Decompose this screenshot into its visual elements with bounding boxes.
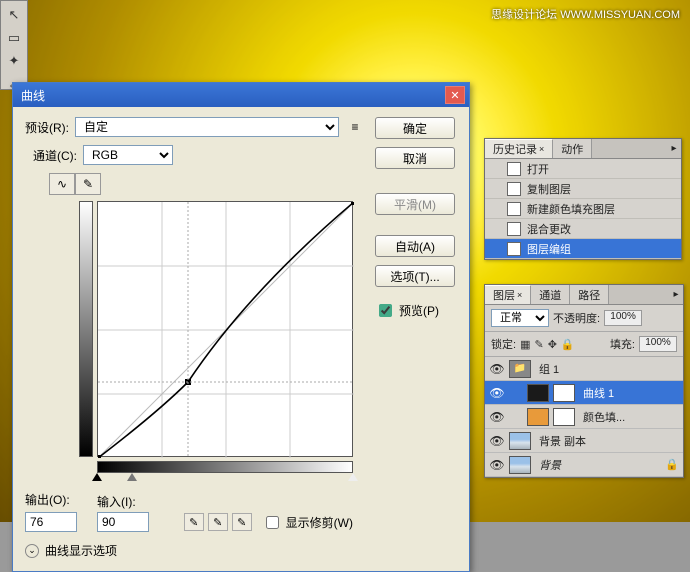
history-item-label: 新建颜色填充图层 <box>527 201 615 217</box>
panel-menu-icon[interactable]: ▸ <box>669 285 683 304</box>
input-slider[interactable] <box>97 473 353 481</box>
layer-thumb[interactable]: 📁 <box>509 360 531 378</box>
tab-layers[interactable]: 图层× <box>485 285 531 304</box>
visibility-toggle[interactable]: 👁 <box>489 434 505 448</box>
auto-button[interactable]: 自动(A) <box>375 235 455 257</box>
lock-icon: 🔒 <box>665 458 679 471</box>
preset-menu-icon[interactable]: ≡ <box>345 118 365 136</box>
history-item-label: 复制图层 <box>527 181 571 197</box>
curves-dialog: 曲线 ✕ 预设(R): 自定 ≡ 通道(C): RGB <box>12 82 470 572</box>
tools-palette: ↖ ▭ ✦ ⇔ <box>0 0 28 90</box>
dialog-titlebar[interactable]: 曲线 ✕ <box>13 83 469 107</box>
show-clipping-checkbox[interactable]: 显示修剪(W) <box>262 513 353 532</box>
layer-row[interactable]: 👁 曲线 1 <box>485 381 683 405</box>
input-label: 输入(I): <box>97 493 136 510</box>
tab-channels[interactable]: 通道 <box>531 285 570 304</box>
marquee-tool[interactable]: ▭ <box>2 27 26 49</box>
layer-name[interactable]: 曲线 1 <box>583 385 614 401</box>
options-button[interactable]: 选项(T)... <box>375 265 455 287</box>
curve-point-tool[interactable]: ∿ <box>49 173 75 195</box>
input-input[interactable] <box>97 512 149 532</box>
layer-mask-thumb[interactable] <box>553 408 575 426</box>
tab-actions[interactable]: 动作 <box>553 139 592 158</box>
tab-history[interactable]: 历史记录× <box>485 139 553 158</box>
watermark-text: 思缘设计论坛 WWW.MISSYUAN.COM <box>491 6 680 22</box>
layer-name[interactable]: 组 1 <box>539 361 559 377</box>
input-gradient <box>97 461 353 473</box>
history-panel: 历史记录× 动作 ▸ 打开复制图层新建颜色填充图层混合更改图层编组 <box>484 138 682 260</box>
layer-thumb[interactable] <box>509 432 531 450</box>
lock-transparency-icon[interactable]: ▦ <box>520 338 530 351</box>
layer-name[interactable]: 背景 副本 <box>539 433 586 449</box>
output-gradient <box>79 201 93 457</box>
panel-menu-icon[interactable]: ▸ <box>667 139 681 158</box>
history-item-label: 图层编组 <box>527 241 571 257</box>
dialog-title: 曲线 <box>21 87 45 104</box>
layer-thumb[interactable] <box>527 384 549 402</box>
channel-label: 通道(C): <box>33 147 77 164</box>
lock-pixels-icon[interactable]: ✎ <box>534 338 543 351</box>
move-tool[interactable]: ↖ <box>2 4 26 26</box>
lock-all-icon[interactable]: 🔒 <box>561 338 575 351</box>
layer-name[interactable]: 颜色填... <box>583 409 625 425</box>
curves-graph[interactable] <box>97 201 353 457</box>
layer-thumb[interactable] <box>527 408 549 426</box>
preset-label: 预设(R): <box>25 119 69 136</box>
expand-options-icon[interactable]: ⌄ <box>25 544 39 558</box>
white-point-dropper[interactable]: ✎ <box>232 513 252 531</box>
layer-mask-thumb[interactable] <box>553 384 575 402</box>
output-input[interactable] <box>25 512 77 532</box>
visibility-toggle[interactable]: 👁 <box>489 362 505 376</box>
history-item-label: 打开 <box>527 161 549 177</box>
cancel-button[interactable]: 取消 <box>375 147 455 169</box>
wand-tool[interactable]: ✦ <box>2 50 26 72</box>
history-step-icon <box>507 162 521 176</box>
layer-row[interactable]: 👁 背景 副本 <box>485 429 683 453</box>
history-step-icon <box>507 242 521 256</box>
layers-panel: 图层× 通道 路径 ▸ 正常 不透明度: 100% 锁定: ▦ ✎ ✥ 🔒 填充… <box>484 284 684 478</box>
layer-row[interactable]: 👁 背景 🔒 <box>485 453 683 477</box>
history-item[interactable]: 混合更改 <box>485 219 681 239</box>
layer-name[interactable]: 背景 <box>539 457 561 473</box>
visibility-toggle[interactable]: 👁 <box>489 410 505 424</box>
curve-display-options-label: 曲线显示选项 <box>45 542 117 559</box>
layer-list: 👁 📁 组 1 👁 曲线 1 👁 颜色填... 👁 背景 副本 👁 背景 🔒 <box>485 357 683 477</box>
output-label: 输出(O): <box>25 491 77 508</box>
fill-input[interactable]: 100% <box>639 336 677 352</box>
close-icon[interactable]: ✕ <box>445 86 465 104</box>
lock-position-icon[interactable]: ✥ <box>548 338 557 351</box>
ok-button[interactable]: 确定 <box>375 117 455 139</box>
preview-checkbox[interactable]: 预览(P) <box>375 301 455 320</box>
smooth-button: 平滑(M) <box>375 193 455 215</box>
layer-thumb[interactable] <box>509 456 531 474</box>
history-step-icon <box>507 182 521 196</box>
tab-paths[interactable]: 路径 <box>570 285 609 304</box>
history-item-label: 混合更改 <box>527 221 571 237</box>
black-point-dropper[interactable]: ✎ <box>184 513 204 531</box>
blend-mode-select[interactable]: 正常 <box>491 309 549 327</box>
history-item[interactable]: 打开 <box>485 159 681 179</box>
history-step-icon <box>507 202 521 216</box>
preset-select[interactable]: 自定 <box>75 117 339 137</box>
lock-label: 锁定: <box>491 336 516 352</box>
visibility-toggle[interactable]: 👁 <box>489 386 505 400</box>
layer-row[interactable]: 👁 颜色填... <box>485 405 683 429</box>
fill-label: 填充: <box>610 336 635 352</box>
visibility-toggle[interactable]: 👁 <box>489 458 505 472</box>
history-item[interactable]: 复制图层 <box>485 179 681 199</box>
history-step-icon <box>507 222 521 236</box>
history-item[interactable]: 图层编组 <box>485 239 681 259</box>
layer-row[interactable]: 👁 📁 组 1 <box>485 357 683 381</box>
channel-select[interactable]: RGB <box>83 145 173 165</box>
opacity-input[interactable]: 100% <box>604 310 642 326</box>
history-list: 打开复制图层新建颜色填充图层混合更改图层编组 <box>485 159 681 259</box>
curve-pencil-tool[interactable]: ✎ <box>75 173 101 195</box>
opacity-label: 不透明度: <box>553 310 600 326</box>
gray-point-dropper[interactable]: ✎ <box>208 513 228 531</box>
history-item[interactable]: 新建颜色填充图层 <box>485 199 681 219</box>
